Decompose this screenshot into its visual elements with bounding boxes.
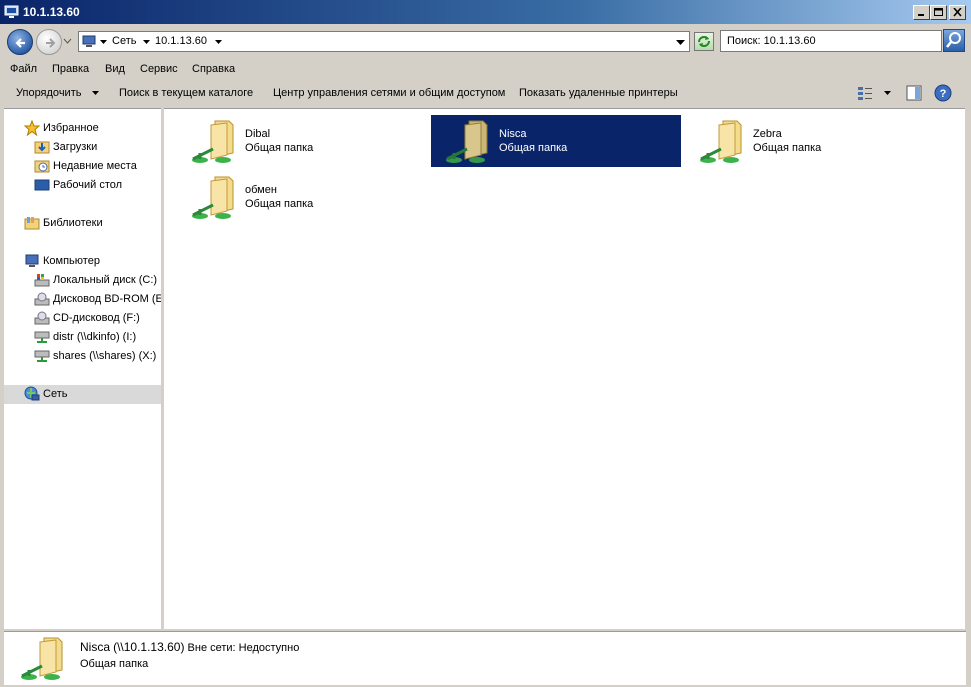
computer-icon: [4, 5, 19, 18]
search-input[interactable]: Поиск: 10.1.13.60: [720, 30, 942, 52]
shared-folder-icon: [21, 637, 63, 680]
minimize-icon: [918, 14, 924, 16]
chevron-down-icon[interactable]: [884, 91, 891, 96]
sidebar-item-favorites[interactable]: Избранное: [24, 119, 159, 138]
folder-type: Общая папка: [245, 198, 314, 210]
sidebar-item-cd-drive[interactable]: CD-дисковод (F:): [34, 309, 159, 328]
shared-folder-icon: [192, 120, 234, 163]
sidebar-item-network-drive-i[interactable]: distr (\\dkinfo) (I:): [34, 328, 159, 347]
details-name: Nisca: [80, 640, 111, 654]
details-status: Вне сети: Недоступно: [187, 642, 300, 654]
search-button[interactable]: [943, 29, 965, 52]
folder-tile-zebra[interactable]: Zebra Общая папка: [685, 115, 935, 167]
back-button[interactable]: [7, 29, 33, 55]
desktop-icon: [34, 179, 50, 191]
breadcrumb-network[interactable]: Сеть: [112, 35, 136, 47]
folder-type: Общая папка: [753, 142, 822, 154]
refresh-icon: [698, 36, 710, 47]
window-border: [966, 80, 971, 687]
preview-pane-icon[interactable]: [906, 85, 922, 101]
network-icon: [24, 386, 40, 401]
details-pane: Nisca (\\10.1.13.60) Вне сети: Недоступн…: [4, 631, 966, 685]
view-options-icon[interactable]: [857, 85, 873, 101]
sidebar-item-computer[interactable]: Компьютер: [24, 252, 159, 271]
file-list[interactable]: Dibal Общая папка Nisca Общая папка Zebr…: [164, 108, 965, 629]
shared-folder-icon: [192, 176, 234, 219]
local-disk-icon: [34, 274, 50, 287]
star-icon: [24, 120, 40, 136]
window-title: 10.1.13.60: [23, 5, 80, 19]
command-bar: Упорядочить Поиск в текущем каталоге Цен…: [0, 80, 966, 106]
address-toolbar: Сеть 10.1.13.60 Поиск: 10.1.13.60: [0, 24, 971, 58]
search-placeholder: Поиск: 10.1.13.60: [727, 35, 816, 47]
folder-name: Nisca: [499, 128, 527, 140]
search-icon: [946, 32, 961, 48]
computer-icon: [25, 254, 39, 267]
sidebar-item-bd-rom[interactable]: Дисковод BD-ROM (E: [34, 290, 161, 309]
folder-tile-obmen[interactable]: обмен Общая папка: [177, 171, 427, 223]
organize-button[interactable]: Упорядочить: [16, 87, 81, 99]
network-drive-icon: [34, 331, 50, 343]
sidebar-item-network-drive-x[interactable]: shares (\\shares) (X:): [34, 347, 159, 366]
chevron-down-icon[interactable]: [100, 40, 107, 45]
chevron-down-icon[interactable]: [143, 40, 150, 45]
recent-pages-dropdown[interactable]: [63, 38, 72, 44]
menu-bar: Файл Правка Вид Сервис Справка: [0, 59, 971, 80]
search-current-folder-button[interactable]: Поиск в текущем каталоге: [119, 87, 253, 99]
network-drive-icon: [34, 350, 50, 362]
maximize-button[interactable]: [930, 5, 947, 20]
minimize-button[interactable]: [913, 5, 930, 20]
close-button[interactable]: [949, 5, 966, 20]
recent-places-icon: [34, 160, 50, 173]
sidebar-item-downloads[interactable]: Загрузки: [34, 138, 159, 157]
explorer-window: 10.1.13.60 Сеть 10.1.13.60 Поиск: 10.1.1…: [0, 0, 971, 687]
navigation-pane[interactable]: Избранное Загрузки Недавние места Рабочи…: [4, 108, 161, 629]
arrow-right-icon: [46, 38, 56, 48]
folder-type: Общая папка: [499, 142, 568, 154]
sidebar-item-local-disk-c[interactable]: Локальный диск (C:): [34, 271, 159, 290]
chevron-down-icon[interactable]: [215, 40, 222, 45]
libraries-icon: [24, 217, 40, 230]
folder-name: обмен: [245, 184, 277, 196]
menu-view[interactable]: Вид: [105, 63, 125, 75]
cd-drive-icon: [34, 311, 50, 325]
menu-help[interactable]: Справка: [192, 63, 235, 75]
folder-tile-dibal[interactable]: Dibal Общая папка: [177, 115, 427, 167]
svg-text:?: ?: [940, 88, 947, 100]
details-type: Общая папка: [80, 658, 149, 670]
sidebar-item-recent-places[interactable]: Недавние места: [34, 157, 159, 176]
show-printers-button[interactable]: Показать удаленные принтеры: [519, 87, 678, 99]
computer-icon: [82, 35, 96, 47]
help-icon[interactable]: ?: [934, 84, 952, 102]
address-history-dropdown[interactable]: [676, 40, 685, 46]
network-center-button[interactable]: Центр управления сетями и общим доступом: [273, 87, 505, 99]
shared-folder-icon: [446, 120, 488, 163]
menu-tools[interactable]: Сервис: [140, 63, 178, 75]
sidebar-item-network[interactable]: Сеть: [4, 385, 161, 404]
maximize-icon: [934, 8, 943, 16]
address-bar[interactable]: Сеть 10.1.13.60: [78, 31, 690, 52]
refresh-button[interactable]: [694, 32, 714, 51]
downloads-folder-icon: [34, 141, 50, 154]
details-title-line: Nisca (\\10.1.13.60) Вне сети: Недоступн…: [80, 640, 299, 654]
folder-name: Dibal: [245, 128, 271, 140]
breadcrumb-host[interactable]: 10.1.13.60: [155, 35, 207, 47]
menu-edit[interactable]: Правка: [52, 63, 89, 75]
close-icon: [953, 8, 962, 17]
sidebar-item-libraries[interactable]: Библиотеки: [24, 214, 159, 233]
bd-rom-drive-icon: [34, 292, 50, 306]
sidebar-item-desktop[interactable]: Рабочий стол: [34, 176, 159, 195]
menu-file[interactable]: Файл: [10, 63, 37, 75]
folder-tile-nisca[interactable]: Nisca Общая папка: [431, 115, 681, 167]
title-bar[interactable]: 10.1.13.60: [0, 0, 971, 24]
arrow-left-icon: [15, 38, 25, 48]
folder-type: Общая папка: [245, 142, 314, 154]
chevron-down-icon[interactable]: [92, 91, 99, 96]
shared-folder-icon: [700, 120, 742, 163]
forward-button[interactable]: [36, 29, 62, 55]
details-path: (\\10.1.13.60): [113, 640, 185, 654]
folder-name: Zebra: [753, 128, 782, 140]
